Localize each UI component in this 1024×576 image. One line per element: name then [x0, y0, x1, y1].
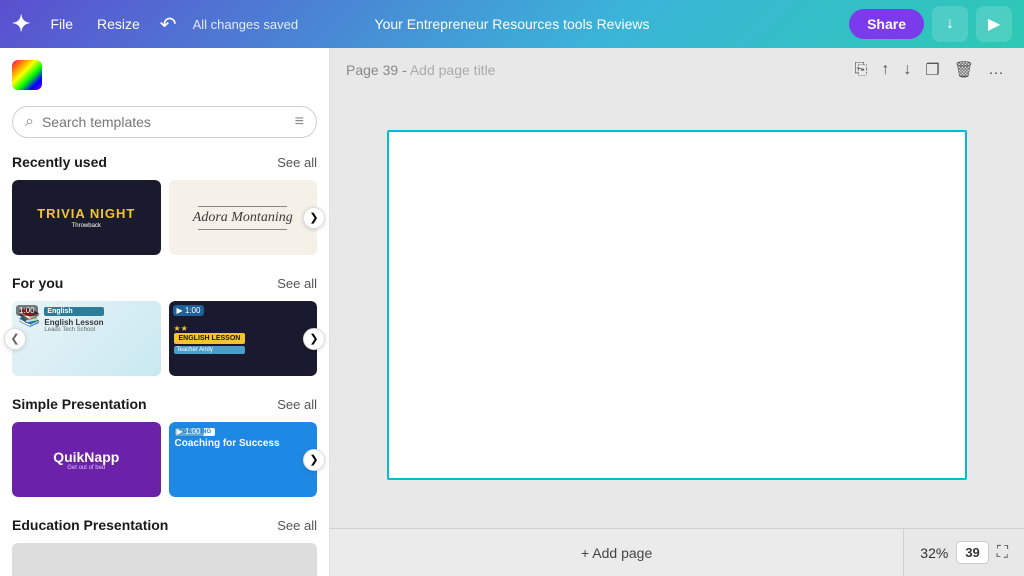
page-number-label: Page 39	[346, 62, 398, 78]
trivia-thumb: TRIVIA NIGHT Throwback	[12, 180, 161, 255]
adora-line-bottom	[198, 229, 287, 230]
english2-content: ★★ ENGLISH LESSON Teacher Andy	[174, 324, 246, 354]
coaching-card[interactable]: COACHING Coaching for Success ▶ 1:00	[169, 422, 318, 497]
trivia-sub: Throwback	[72, 223, 101, 229]
canvas-toolbar: Page 39 - Add page title ⎘ ↑ ↓ ❐ 🗑 …	[330, 48, 1024, 92]
search-input[interactable]	[42, 114, 287, 130]
trivia-template-card[interactable]: TRIVIA NIGHT Throwback	[12, 180, 161, 255]
app-logo: ✦	[12, 11, 30, 37]
share-button[interactable]: Share	[849, 9, 924, 39]
page-label: Page 39 - Add page title	[346, 62, 495, 78]
coaching-duration-badge: ▶ 1:00	[173, 426, 205, 437]
duration-badge-1: 1:00	[16, 305, 38, 316]
for-you-see-all[interactable]: See all	[277, 276, 317, 291]
recently-used-header: Recently used See all	[12, 154, 317, 170]
zoom-level: 32%	[920, 545, 948, 561]
page-separator: -	[402, 62, 410, 78]
nav-right-actions: Share ↓ ▶	[849, 6, 1012, 42]
file-menu-button[interactable]: File	[42, 12, 81, 36]
move-up-button[interactable]: ↑	[877, 56, 893, 84]
education-presentation-see-all[interactable]: See all	[277, 518, 317, 533]
english-content: English English Lesson Leads Tech School	[44, 307, 103, 333]
page-number-badge: 39	[956, 541, 988, 564]
copy-page-button[interactable]: ❐	[921, 56, 943, 84]
quiknapp-title: QuikNapp	[53, 449, 119, 465]
education-presentation-title: Education Presentation	[12, 517, 168, 533]
color-swatch[interactable]	[12, 60, 42, 90]
top-navigation: ✦ File Resize ↶ All changes saved Your E…	[0, 0, 1024, 48]
zoom-controls: 32% 39 ⛶	[904, 541, 1024, 564]
adora-thumb: Adora Montaning	[169, 180, 318, 255]
quiknapp-thumb: QuikNapp Get out of bed	[12, 422, 161, 497]
simple-presentation-row: QuikNapp Get out of bed COACHING Coachin…	[12, 422, 317, 497]
page-title-placeholder[interactable]: Add page title	[410, 62, 496, 78]
search-bar: ⌕ ≡	[12, 106, 317, 138]
quiknapp-card[interactable]: QuikNapp Get out of bed	[12, 422, 161, 497]
recently-used-see-all[interactable]: See all	[277, 155, 317, 170]
download-button[interactable]: ↓	[932, 6, 968, 42]
duplicate-page-button[interactable]: ⎘	[851, 56, 872, 84]
canvas-area: Page 39 - Add page title ⎘ ↑ ↓ ❐ 🗑 … + A…	[330, 48, 1024, 576]
education-presentation-header: Education Presentation See all	[12, 517, 317, 533]
toolbar-icons: ⎘ ↑ ↓ ❐ 🗑 …	[851, 56, 1008, 84]
simple-presentation-header: Simple Presentation See all	[12, 396, 317, 412]
left-panel: ⌕ ≡ Recently used See all TRIVIA NIGHT T…	[0, 48, 330, 576]
simple-presentation-title: Simple Presentation	[12, 396, 147, 412]
english-lesson-2-card[interactable]: ★★ ENGLISH LESSON Teacher Andy ▶ 1:00	[169, 301, 318, 376]
duration-badge-2: ▶ 1:00	[173, 305, 205, 316]
document-title: Your Entrepreneur Resources tools Review…	[375, 16, 650, 32]
fullscreen-button[interactable]: ⛶	[997, 544, 1008, 562]
adora-line-top	[198, 206, 287, 207]
adora-template-card[interactable]: Adora Montaning	[169, 180, 318, 255]
main-layout: ⌕ ≡ Recently used See all TRIVIA NIGHT T…	[0, 48, 1024, 576]
recently-used-row: TRIVIA NIGHT Throwback Adora Montaning ❯	[12, 180, 317, 255]
coaching-title: Coaching for Success	[175, 438, 280, 450]
adora-name: Adora Montaning	[193, 210, 293, 226]
recently-used-title: Recently used	[12, 154, 107, 170]
for-you-title: For you	[12, 275, 63, 291]
education-presentation-row	[12, 543, 317, 576]
search-icon: ⌕	[25, 113, 34, 131]
delete-page-button[interactable]: 🗑	[950, 56, 978, 84]
simple-presentation-see-all[interactable]: See all	[277, 397, 317, 412]
quiknapp-sub: Get out of bed	[53, 465, 119, 471]
undo-button[interactable]: ↶	[156, 8, 181, 41]
quiknapp-content: QuikNapp Get out of bed	[53, 449, 119, 471]
english-label: English Lesson	[44, 318, 103, 327]
canvas-wrapper	[330, 92, 1024, 528]
present-button[interactable]: ▶	[976, 6, 1012, 42]
for-you-row: 📚 English English Lesson Leads Tech Scho…	[12, 301, 317, 376]
move-down-button[interactable]: ↓	[899, 56, 915, 84]
trivia-title: TRIVIA NIGHT	[37, 206, 135, 222]
add-page-button[interactable]: + Add page	[330, 529, 904, 576]
english-lesson-1-card[interactable]: 📚 English English Lesson Leads Tech Scho…	[12, 301, 161, 376]
more-options-button[interactable]: …	[984, 56, 1008, 84]
resize-button[interactable]: Resize	[89, 12, 148, 36]
add-page-label: + Add page	[581, 545, 652, 561]
simple-presentation-next-button[interactable]: ❯	[303, 449, 325, 471]
english2-text: ENGLISH LESSON	[179, 335, 241, 342]
english2-yellow-badge: ENGLISH LESSON	[174, 333, 246, 344]
recently-used-next-button[interactable]: ❯	[303, 207, 325, 229]
english-badge: English	[44, 307, 103, 316]
english2-teacher: Teacher Andy	[174, 346, 246, 354]
canvas-bottom-bar: + Add page 32% 39 ⛶	[330, 528, 1024, 576]
panel-collapse-button[interactable]: ❮	[4, 328, 26, 350]
for-you-next-button[interactable]: ❯	[303, 328, 325, 350]
english-sub: Leads Tech School	[44, 327, 103, 333]
canvas-slide[interactable]	[387, 130, 967, 480]
for-you-header: For you See all	[12, 275, 317, 291]
english2-stars: ★★	[174, 324, 246, 333]
filter-icon[interactable]: ≡	[295, 113, 304, 131]
